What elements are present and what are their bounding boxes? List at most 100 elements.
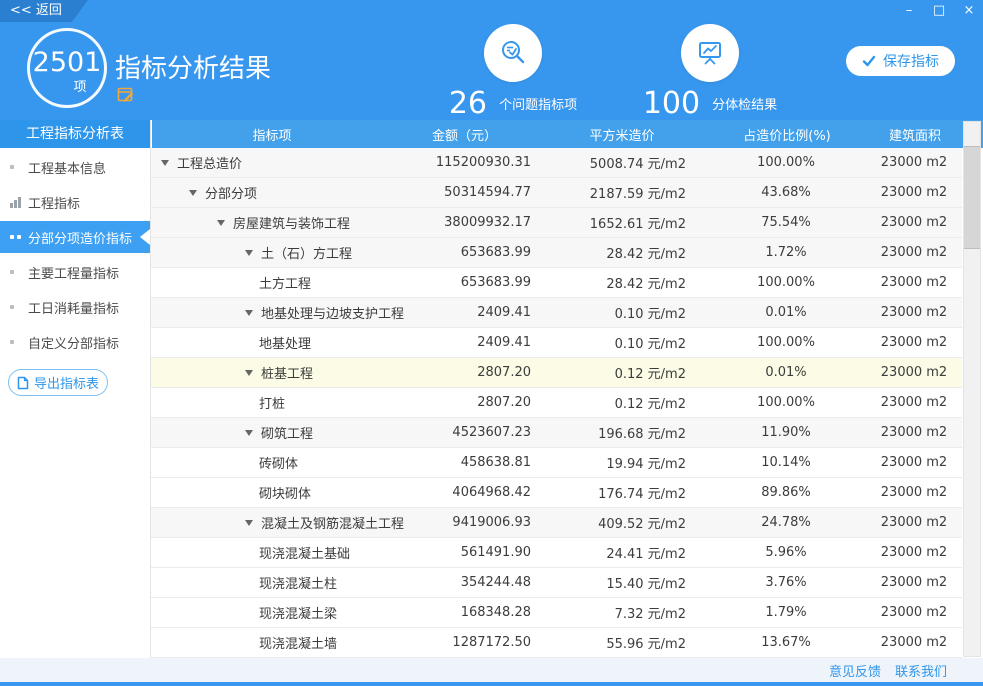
row-indicator-label: 砌筑工程 [261, 423, 313, 442]
cell-cost-ratio: 0.01% [706, 298, 866, 327]
indicator-count-circle: 2501 项 [27, 28, 107, 108]
cell-amount: 2807.20 [391, 388, 536, 417]
table-row[interactable]: 分部分项50314594.772187.59 元/m243.68%23000 m… [151, 178, 962, 208]
cell-building-area: 23000 m2 [866, 448, 962, 477]
table-row[interactable]: 地基处理2409.410.10 元/m2100.00%23000 m2 [151, 328, 962, 358]
indicator-table: 指标项 金额（元） 平方米造价 占造价比例(%) 建筑面积 工程总造价11520… [151, 120, 983, 658]
close-button[interactable]: × [961, 0, 977, 22]
cell-sqm-cost: 5008.74 元/m2 [536, 148, 706, 177]
health-score: 100 [643, 86, 700, 121]
app-window: << 返回 – □ × 2501 项 指标分析结果 [0, 0, 983, 686]
cell-building-area: 23000 m2 [866, 298, 962, 327]
magnifier-check-icon[interactable] [484, 24, 542, 82]
row-indicator-label: 现浇混凝土墙 [259, 633, 337, 652]
cell-building-area: 23000 m2 [866, 358, 962, 387]
sidebar-item-4[interactable]: 工日消耗量指标 [0, 291, 150, 323]
collapse-triangle-icon[interactable] [245, 370, 253, 376]
maximize-button[interactable]: □ [931, 0, 947, 22]
column-header-cost-ratio: 占造价比例(%) [707, 120, 867, 148]
table-row[interactable]: 砌块砌体4064968.42176.74 元/m289.86%23000 m2 [151, 478, 962, 508]
row-indicator-label: 砌块砌体 [259, 483, 311, 502]
cell-cost-ratio: 1.79% [706, 598, 866, 627]
table-row[interactable]: 混凝土及钢筋混凝土工程9419006.93409.52 元/m224.78%23… [151, 508, 962, 538]
collapse-triangle-icon[interactable] [189, 190, 197, 196]
sidebar-item-label: 主要工程量指标 [28, 263, 119, 282]
export-button-label: 导出指标表 [34, 373, 99, 392]
contact-link[interactable]: 联系我们 [895, 661, 947, 680]
collapse-triangle-icon[interactable] [245, 310, 253, 316]
sidebar-item-label: 工程基本信息 [28, 158, 106, 177]
chart-board-icon[interactable] [681, 24, 739, 82]
sidebar-item-3[interactable]: 主要工程量指标 [0, 256, 150, 288]
sidebar-header: 工程指标分析表 [0, 120, 150, 148]
table-row[interactable]: 桩基工程2807.200.12 元/m20.01%23000 m2 [151, 358, 962, 388]
collapse-triangle-icon[interactable] [245, 430, 253, 436]
cell-amount: 653683.99 [391, 268, 536, 297]
cell-sqm-cost: 176.74 元/m2 [536, 478, 706, 507]
sidebar-item-2[interactable]: 分部分项造价指标 [0, 221, 150, 253]
table-row[interactable]: 地基处理与边坡支护工程2409.410.10 元/m20.01%23000 m2 [151, 298, 962, 328]
selected-item-arrow [140, 229, 150, 245]
cell-building-area: 23000 m2 [866, 178, 962, 207]
export-button[interactable]: 导出指标表 [8, 369, 108, 396]
table-row[interactable]: 土方工程653683.9928.42 元/m2100.00%23000 m2 [151, 268, 962, 298]
table-row[interactable]: 砖砌体458638.8119.94 元/m210.14%23000 m2 [151, 448, 962, 478]
column-header-sqm-cost: 平方米造价 [537, 120, 707, 148]
minimize-button[interactable]: – [901, 0, 917, 22]
back-button[interactable]: << 返回 [0, 0, 88, 22]
check-icon [862, 54, 876, 68]
back-button-label: << 返回 [10, 3, 62, 18]
sidebar-item-5[interactable]: 自定义分部指标 [0, 326, 150, 358]
table-row[interactable]: 砌筑工程4523607.23196.68 元/m211.90%23000 m2 [151, 418, 962, 448]
feedback-link[interactable]: 意见反馈 [829, 661, 881, 680]
sidebar-item-1[interactable]: 工程指标 [0, 186, 150, 218]
table-row[interactable]: 现浇混凝土柱354244.4815.40 元/m23.76%23000 m2 [151, 568, 962, 598]
table-row[interactable]: 现浇混凝土基础561491.9024.41 元/m25.96%23000 m2 [151, 538, 962, 568]
sidebar-item-0[interactable]: 工程基本信息 [0, 151, 150, 183]
cell-building-area: 23000 m2 [866, 268, 962, 297]
save-indicators-button[interactable]: 保存指标 [846, 46, 955, 76]
cell-building-area: 23000 m2 [866, 418, 962, 447]
cell-building-area: 23000 m2 [866, 238, 962, 267]
table-row[interactable]: 现浇混凝土梁168348.287.32 元/m21.79%23000 m2 [151, 598, 962, 628]
table-row[interactable]: 打桩2807.200.12 元/m2100.00%23000 m2 [151, 388, 962, 418]
cell-building-area: 23000 m2 [866, 388, 962, 417]
health-score-stat: 100 分体检结果 [600, 24, 820, 121]
scrollbar-thumb[interactable] [964, 146, 980, 249]
cell-cost-ratio: 100.00% [706, 328, 866, 357]
dot-icon [10, 270, 24, 274]
cell-cost-ratio: 5.96% [706, 538, 866, 567]
edit-icon[interactable] [117, 86, 137, 106]
collapse-triangle-icon[interactable] [161, 160, 169, 166]
cell-amount: 653683.99 [391, 238, 536, 267]
cell-amount: 2807.20 [391, 358, 536, 387]
cell-amount: 2409.41 [391, 328, 536, 357]
table-row[interactable]: 现浇混凝土墙1287172.5055.96 元/m213.67%23000 m2 [151, 628, 962, 658]
table-row[interactable]: 工程总造价115200930.315008.74 元/m2100.00%2300… [151, 148, 962, 178]
dot-icon [10, 165, 24, 169]
cell-sqm-cost: 55.96 元/m2 [536, 628, 706, 657]
row-indicator-label: 土（石）方工程 [261, 243, 352, 262]
cell-sqm-cost: 0.10 元/m2 [536, 328, 706, 357]
cell-amount: 4064968.42 [391, 478, 536, 507]
column-header-building-area: 建筑面积 [867, 120, 963, 148]
table-row[interactable]: 房屋建筑与装饰工程38009932.171652.61 元/m275.54%23… [151, 208, 962, 238]
collapse-triangle-icon[interactable] [245, 520, 253, 526]
cell-cost-ratio: 43.68% [706, 178, 866, 207]
sidebar-item-label: 工程指标 [28, 193, 80, 212]
table-row[interactable]: 土（石）方工程653683.9928.42 元/m21.72%23000 m2 [151, 238, 962, 268]
row-indicator-label: 混凝土及钢筋混凝土工程 [261, 513, 404, 532]
cell-cost-ratio: 75.54% [706, 208, 866, 237]
row-indicator-label: 地基处理与边坡支护工程 [261, 303, 404, 322]
cell-building-area: 23000 m2 [866, 628, 962, 657]
column-header-amount: 金额（元） [392, 120, 537, 148]
collapse-triangle-icon[interactable] [245, 250, 253, 256]
cell-cost-ratio: 100.00% [706, 388, 866, 417]
cell-amount: 4523607.23 [391, 418, 536, 447]
vertical-scrollbar[interactable] [963, 121, 981, 657]
row-indicator-label: 打桩 [259, 393, 285, 412]
cell-cost-ratio: 10.14% [706, 448, 866, 477]
main-body: 工程指标分析表 工程基本信息工程指标分部分项造价指标主要工程量指标工日消耗量指标… [0, 120, 983, 658]
collapse-triangle-icon[interactable] [217, 220, 225, 226]
cell-building-area: 23000 m2 [866, 568, 962, 597]
